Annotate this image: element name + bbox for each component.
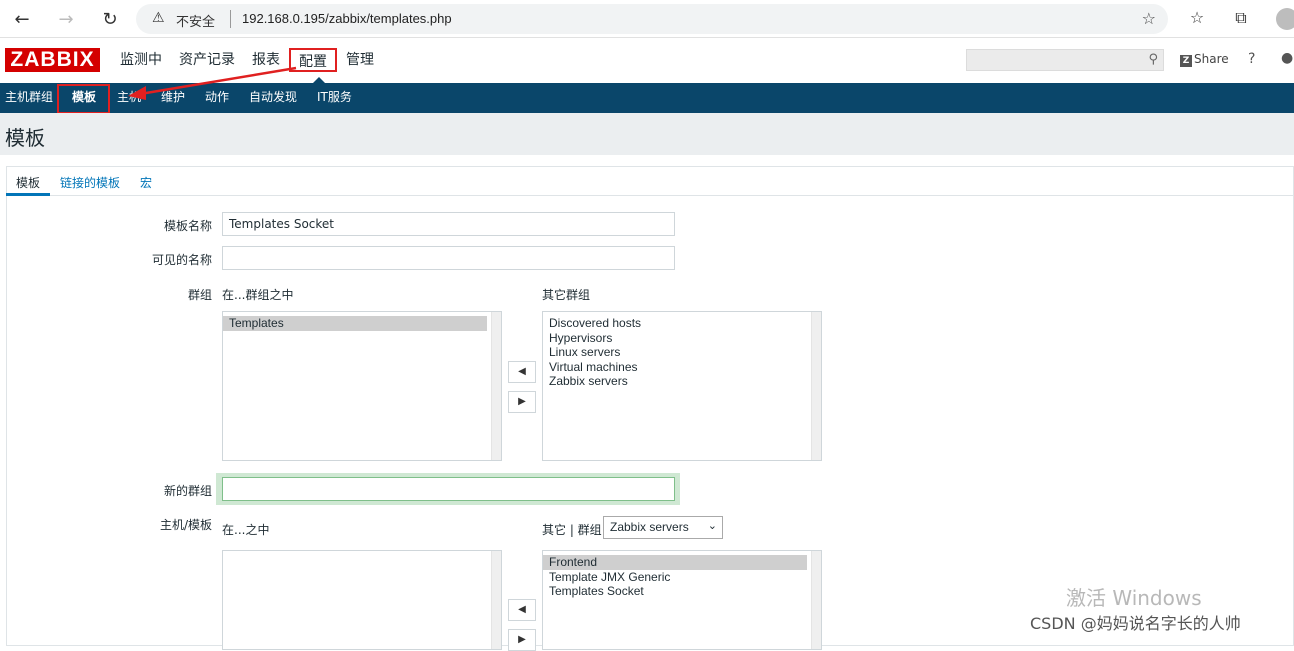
in-label: 在...之中 [222, 523, 270, 537]
submenu-discovery[interactable]: 自动发现 [249, 89, 297, 107]
in-groups-listbox[interactable]: Templates [222, 311, 502, 461]
active-tab-indicator [6, 193, 50, 196]
other-group-label: 其它 | 群组 [542, 523, 602, 537]
listbox-scrollbar[interactable] [491, 551, 501, 649]
list-item[interactable]: Templates Socket [543, 584, 821, 599]
share-label: Share [1194, 52, 1229, 66]
search-icon[interactable]: ⚲ [1148, 52, 1158, 67]
submenu-hosts[interactable]: 主机 [117, 89, 141, 107]
menu-configuration[interactable]: 配置 [289, 48, 337, 72]
move-left-button[interactable]: ◀ [508, 599, 536, 621]
csdn-watermark: CSDN @妈妈说名字长的人帅 [1030, 614, 1241, 633]
user-profile-icon[interactable]: ● [1281, 50, 1293, 66]
groups-label: 群组 [187, 288, 212, 302]
move-right-button[interactable]: ▶ [508, 629, 536, 651]
browser-toolbar: ← → ↻ ⚠ 不安全 192.168.0.195/zabbix/templat… [0, 0, 1294, 38]
submenu-it-services[interactable]: IT服务 [317, 89, 352, 107]
template-name-label: 模板名称 [163, 219, 212, 233]
chevron-down-icon: ⌄ [707, 520, 717, 532]
template-name-input[interactable]: Templates Socket [222, 212, 675, 236]
warning-icon: ⚠ [152, 10, 165, 26]
menu-administration[interactable]: 管理 [338, 48, 382, 72]
favorites-icon[interactable]: ☆ [1186, 8, 1208, 27]
in-hosts-listbox[interactable] [222, 550, 502, 650]
tab-bar: 模板 链接的模板 宏 [6, 166, 1294, 196]
other-groups-listbox[interactable]: Discovered hosts Hypervisors Linux serve… [542, 311, 822, 461]
submenu-host-groups[interactable]: 主机群组 [5, 89, 53, 107]
move-right-button[interactable]: ▶ [508, 391, 536, 413]
annotation-highlight-box [57, 84, 110, 114]
menu-reports[interactable]: 报表 [244, 48, 288, 72]
listbox-scrollbar[interactable] [811, 312, 821, 460]
list-item[interactable]: Frontend [543, 555, 807, 570]
hosts-templates-label: 主机/模板 [159, 518, 212, 532]
help-icon[interactable]: ? [1248, 51, 1255, 67]
other-hosts-listbox[interactable]: Frontend Template JMX Generic Templates … [542, 550, 822, 650]
share-button[interactable]: Z Share [1180, 52, 1229, 67]
list-item[interactable]: Template JMX Generic [543, 570, 821, 585]
main-menu: 监测中 资产记录 报表 配置 管理 [112, 48, 383, 72]
zabbix-share-icon: Z [1180, 55, 1192, 67]
collections-icon[interactable]: ⧉ [1230, 8, 1252, 28]
in-groups-label: 在...群组之中 [222, 288, 294, 302]
address-separator [230, 10, 231, 28]
zabbix-logo[interactable]: ZABBIX [5, 48, 100, 72]
reload-icon[interactable]: ↻ [96, 6, 124, 32]
move-left-button[interactable]: ◀ [508, 361, 536, 383]
tab-linked-templates[interactable]: 链接的模板 [60, 174, 120, 191]
visible-name-input[interactable] [222, 246, 675, 270]
list-item[interactable]: Hypervisors [543, 331, 821, 346]
forward-arrow-icon[interactable]: → [52, 6, 80, 32]
group-select[interactable]: Zabbix servers ⌄ [603, 516, 723, 539]
submenu-actions[interactable]: 动作 [205, 89, 229, 107]
title-bar [0, 113, 1294, 155]
insecure-label: 不安全 [176, 15, 216, 30]
listbox-scrollbar[interactable] [491, 312, 501, 460]
submenu-maintenance[interactable]: 维护 [161, 89, 185, 107]
sub-menu: 主机群组 模板 主机 维护 动作 自动发现 IT服务 [0, 83, 1294, 113]
listbox-scrollbar[interactable] [811, 551, 821, 649]
other-groups-label: 其它群组 [542, 288, 591, 302]
menu-inventory[interactable]: 资产记录 [171, 48, 243, 72]
menu-monitoring[interactable]: 监测中 [112, 48, 170, 72]
profile-avatar[interactable] [1276, 8, 1294, 30]
url-text[interactable]: 192.168.0.195/zabbix/templates.php [242, 11, 452, 26]
page-title: 模板 [5, 126, 45, 150]
tab-templates[interactable]: 模板 [16, 174, 40, 191]
new-group-input[interactable] [222, 477, 675, 501]
favorite-star-icon[interactable]: ☆ [1142, 9, 1156, 28]
back-arrow-icon[interactable]: ← [8, 6, 36, 32]
list-item[interactable]: Discovered hosts [543, 316, 821, 331]
new-group-label: 新的群组 [163, 484, 212, 498]
tab-macros[interactable]: 宏 [140, 174, 152, 191]
list-item[interactable]: Templates [223, 316, 487, 331]
list-item[interactable]: Zabbix servers [543, 374, 821, 389]
visible-name-label: 可见的名称 [151, 253, 212, 267]
windows-activation-watermark: 激活 Windows [1066, 586, 1202, 610]
search-input[interactable]: ⚲ [966, 49, 1164, 71]
list-item[interactable]: Virtual machines [543, 360, 821, 375]
app-header: ZABBIX 监测中 资产记录 报表 配置 管理 ⚲ Z Share ? ● [0, 38, 1294, 83]
address-bar[interactable]: ⚠ 不安全 192.168.0.195/zabbix/templates.php… [136, 4, 1168, 34]
list-item[interactable]: Linux servers [543, 345, 821, 360]
group-select-value: Zabbix servers [610, 520, 689, 534]
